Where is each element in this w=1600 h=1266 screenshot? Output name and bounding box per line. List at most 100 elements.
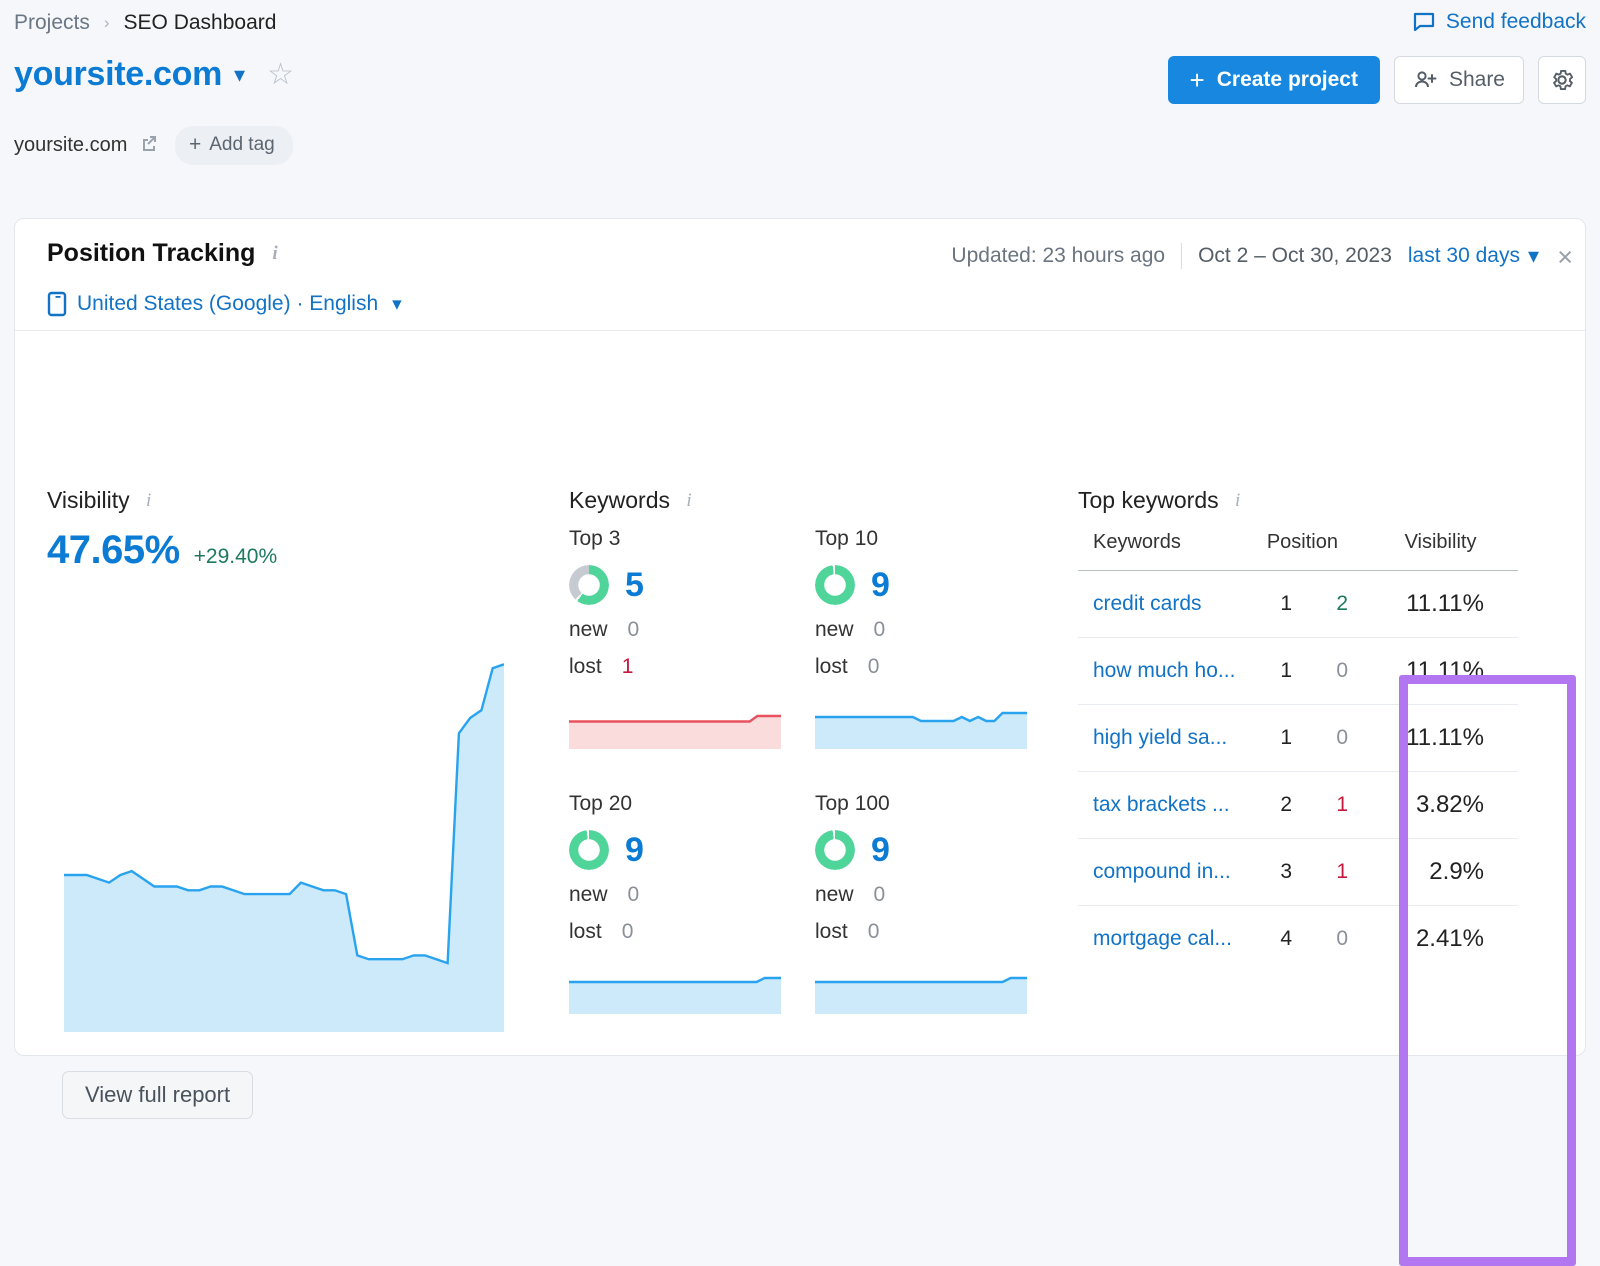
info-icon[interactable]: i xyxy=(1235,490,1240,512)
lost-label: lost xyxy=(569,655,602,679)
chevron-down-icon: ▾ xyxy=(1528,245,1539,267)
table-header-row: Keywords Position Visibility xyxy=(1078,531,1518,571)
new-label: new xyxy=(815,883,854,907)
keywords-cell-sparkline xyxy=(815,962,1027,1014)
keywords-label: Keywords xyxy=(569,487,670,513)
widget-meta: Updated: 23 hours ago Oct 2 – Oct 30, 20… xyxy=(951,243,1539,269)
top-keywords-table: Keywords Position Visibility credit card… xyxy=(1078,531,1518,972)
add-tag-label: Add tag xyxy=(209,134,275,156)
visibility-area-chart xyxy=(64,637,504,1032)
create-project-button[interactable]: + Create project xyxy=(1168,56,1380,104)
gear-icon xyxy=(1549,67,1575,93)
site-title-row: yoursite.com ▾ ☆ xyxy=(14,55,294,94)
feedback-icon xyxy=(1412,10,1436,34)
breadcrumb: Projects › SEO Dashboard xyxy=(14,11,276,35)
period-label: last 30 days xyxy=(1408,244,1520,268)
breadcrumb-projects-link[interactable]: Projects xyxy=(14,11,90,35)
progress-donut-icon xyxy=(815,830,855,870)
keywords-cell-top-20: Top 209new0lost0 xyxy=(569,792,781,1019)
visibility-section-title: Visibility i xyxy=(47,487,151,514)
chevron-down-icon[interactable]: ▾ xyxy=(234,64,245,86)
new-value: 0 xyxy=(874,883,886,907)
info-icon[interactable]: i xyxy=(272,243,277,265)
info-icon[interactable]: i xyxy=(686,490,691,512)
cell-visibility: 2.9% xyxy=(1348,839,1518,906)
visibility-value: 47.65% xyxy=(47,528,180,573)
top-keywords-section-title: Top keywords i xyxy=(1078,487,1240,514)
page-header: Projects › SEO Dashboard yoursite.com ▾ … xyxy=(0,0,1600,186)
cell-position: 1 xyxy=(1250,705,1302,772)
lost-label: lost xyxy=(815,655,848,679)
keywords-cell-label: Top 100 xyxy=(815,792,1027,816)
keyword-link[interactable]: tax brackets ... xyxy=(1093,793,1230,816)
visibility-label: Visibility xyxy=(47,487,130,513)
share-label: Share xyxy=(1449,68,1505,92)
new-label: new xyxy=(815,618,854,642)
keyword-link[interactable]: how much ho... xyxy=(1093,659,1235,682)
tag-row: yoursite.com + Add tag xyxy=(14,126,293,165)
keywords-cell-lost: lost 0 xyxy=(815,655,1027,679)
device-icon xyxy=(47,291,67,317)
widget-title-text: Position Tracking xyxy=(47,239,255,267)
page-title[interactable]: yoursite.com xyxy=(14,55,222,94)
keywords-section-title: Keywords i xyxy=(569,487,692,514)
visibility-delta: +29.40% xyxy=(194,545,278,569)
site-url-text: yoursite.com xyxy=(14,134,127,156)
breadcrumb-current: SEO Dashboard xyxy=(124,11,277,35)
table-row: credit cards1211.11% xyxy=(1078,571,1518,638)
keywords-cell-new: new 0 xyxy=(815,618,1027,642)
cell-keyword: mortgage cal... xyxy=(1078,906,1250,973)
progress-donut-icon xyxy=(569,565,609,605)
keywords-cell-top-3: Top 35new0lost1 xyxy=(569,527,781,754)
keywords-cell-sparkline xyxy=(569,962,781,1014)
period-selector[interactable]: last 30 days ▾ xyxy=(1408,244,1539,268)
widget-body: Visibility i 47.65% +29.40% Keywords i T… xyxy=(15,331,1585,1056)
keywords-cell-value-row: 9 xyxy=(815,565,1027,605)
keywords-cell-count: 9 xyxy=(871,566,890,605)
keyword-link[interactable]: high yield sa... xyxy=(1093,726,1227,749)
table-row: tax brackets ...213.82% xyxy=(1078,772,1518,839)
keywords-cell-top-10: Top 10 9 new 0 lost 0 xyxy=(815,527,1027,754)
keywords-cell-label: Top 20 xyxy=(569,792,781,816)
keyword-link[interactable]: mortgage cal... xyxy=(1093,927,1232,950)
locale-selector[interactable]: United States (Google) · English ▾ xyxy=(47,291,402,317)
add-tag-button[interactable]: + Add tag xyxy=(175,126,293,165)
column-header-position[interactable]: Position xyxy=(1250,531,1348,571)
keyword-link[interactable]: compound in... xyxy=(1093,860,1231,883)
lost-value: 1 xyxy=(622,655,634,679)
site-url-label[interactable]: yoursite.com xyxy=(14,133,159,159)
cell-keyword: compound in... xyxy=(1078,839,1250,906)
send-feedback-link[interactable]: Send feedback xyxy=(1412,10,1586,34)
keywords-cell-label: Top 10 xyxy=(815,527,1027,551)
keywords-cell-value-row: 9 xyxy=(569,830,781,870)
send-feedback-label: Send feedback xyxy=(1446,10,1586,34)
cell-position: 4 xyxy=(1250,906,1302,973)
new-value: 0 xyxy=(874,618,886,642)
close-icon[interactable]: × xyxy=(1557,244,1573,271)
cell-visibility: 2.41% xyxy=(1348,906,1518,973)
keyword-link[interactable]: credit cards xyxy=(1093,592,1202,615)
widget-header: Position Tracking i United States (Googl… xyxy=(15,219,1585,331)
share-button[interactable]: Share xyxy=(1394,56,1524,104)
lost-value: 0 xyxy=(868,655,880,679)
cell-keyword: how much ho... xyxy=(1078,638,1250,705)
cell-position: 2 xyxy=(1250,772,1302,839)
cell-keyword: high yield sa... xyxy=(1078,705,1250,772)
position-tracking-widget: Position Tracking i United States (Googl… xyxy=(14,218,1586,1056)
keywords-cell-new: new0 xyxy=(569,618,781,642)
cell-position: 1 xyxy=(1250,571,1302,638)
column-header-visibility[interactable]: Visibility xyxy=(1348,531,1518,571)
header-actions: + Create project Share xyxy=(1168,56,1586,104)
create-project-label: Create project xyxy=(1217,68,1358,92)
column-header-keywords[interactable]: Keywords xyxy=(1078,531,1250,571)
view-full-report-button[interactable]: View full report xyxy=(62,1071,253,1119)
info-icon[interactable]: i xyxy=(146,490,151,512)
visibility-value-row: 47.65% +29.40% xyxy=(47,528,277,573)
settings-button[interactable] xyxy=(1538,56,1586,104)
external-link-icon[interactable] xyxy=(139,133,159,159)
cell-position-delta: 1 xyxy=(1302,772,1348,839)
keywords-cell-new: new0 xyxy=(569,883,781,907)
favorite-star-icon[interactable]: ☆ xyxy=(267,60,294,90)
keywords-cell-label: Top 3 xyxy=(569,527,781,551)
keywords-cell-top-100: Top 1009new0lost0 xyxy=(815,792,1027,1019)
